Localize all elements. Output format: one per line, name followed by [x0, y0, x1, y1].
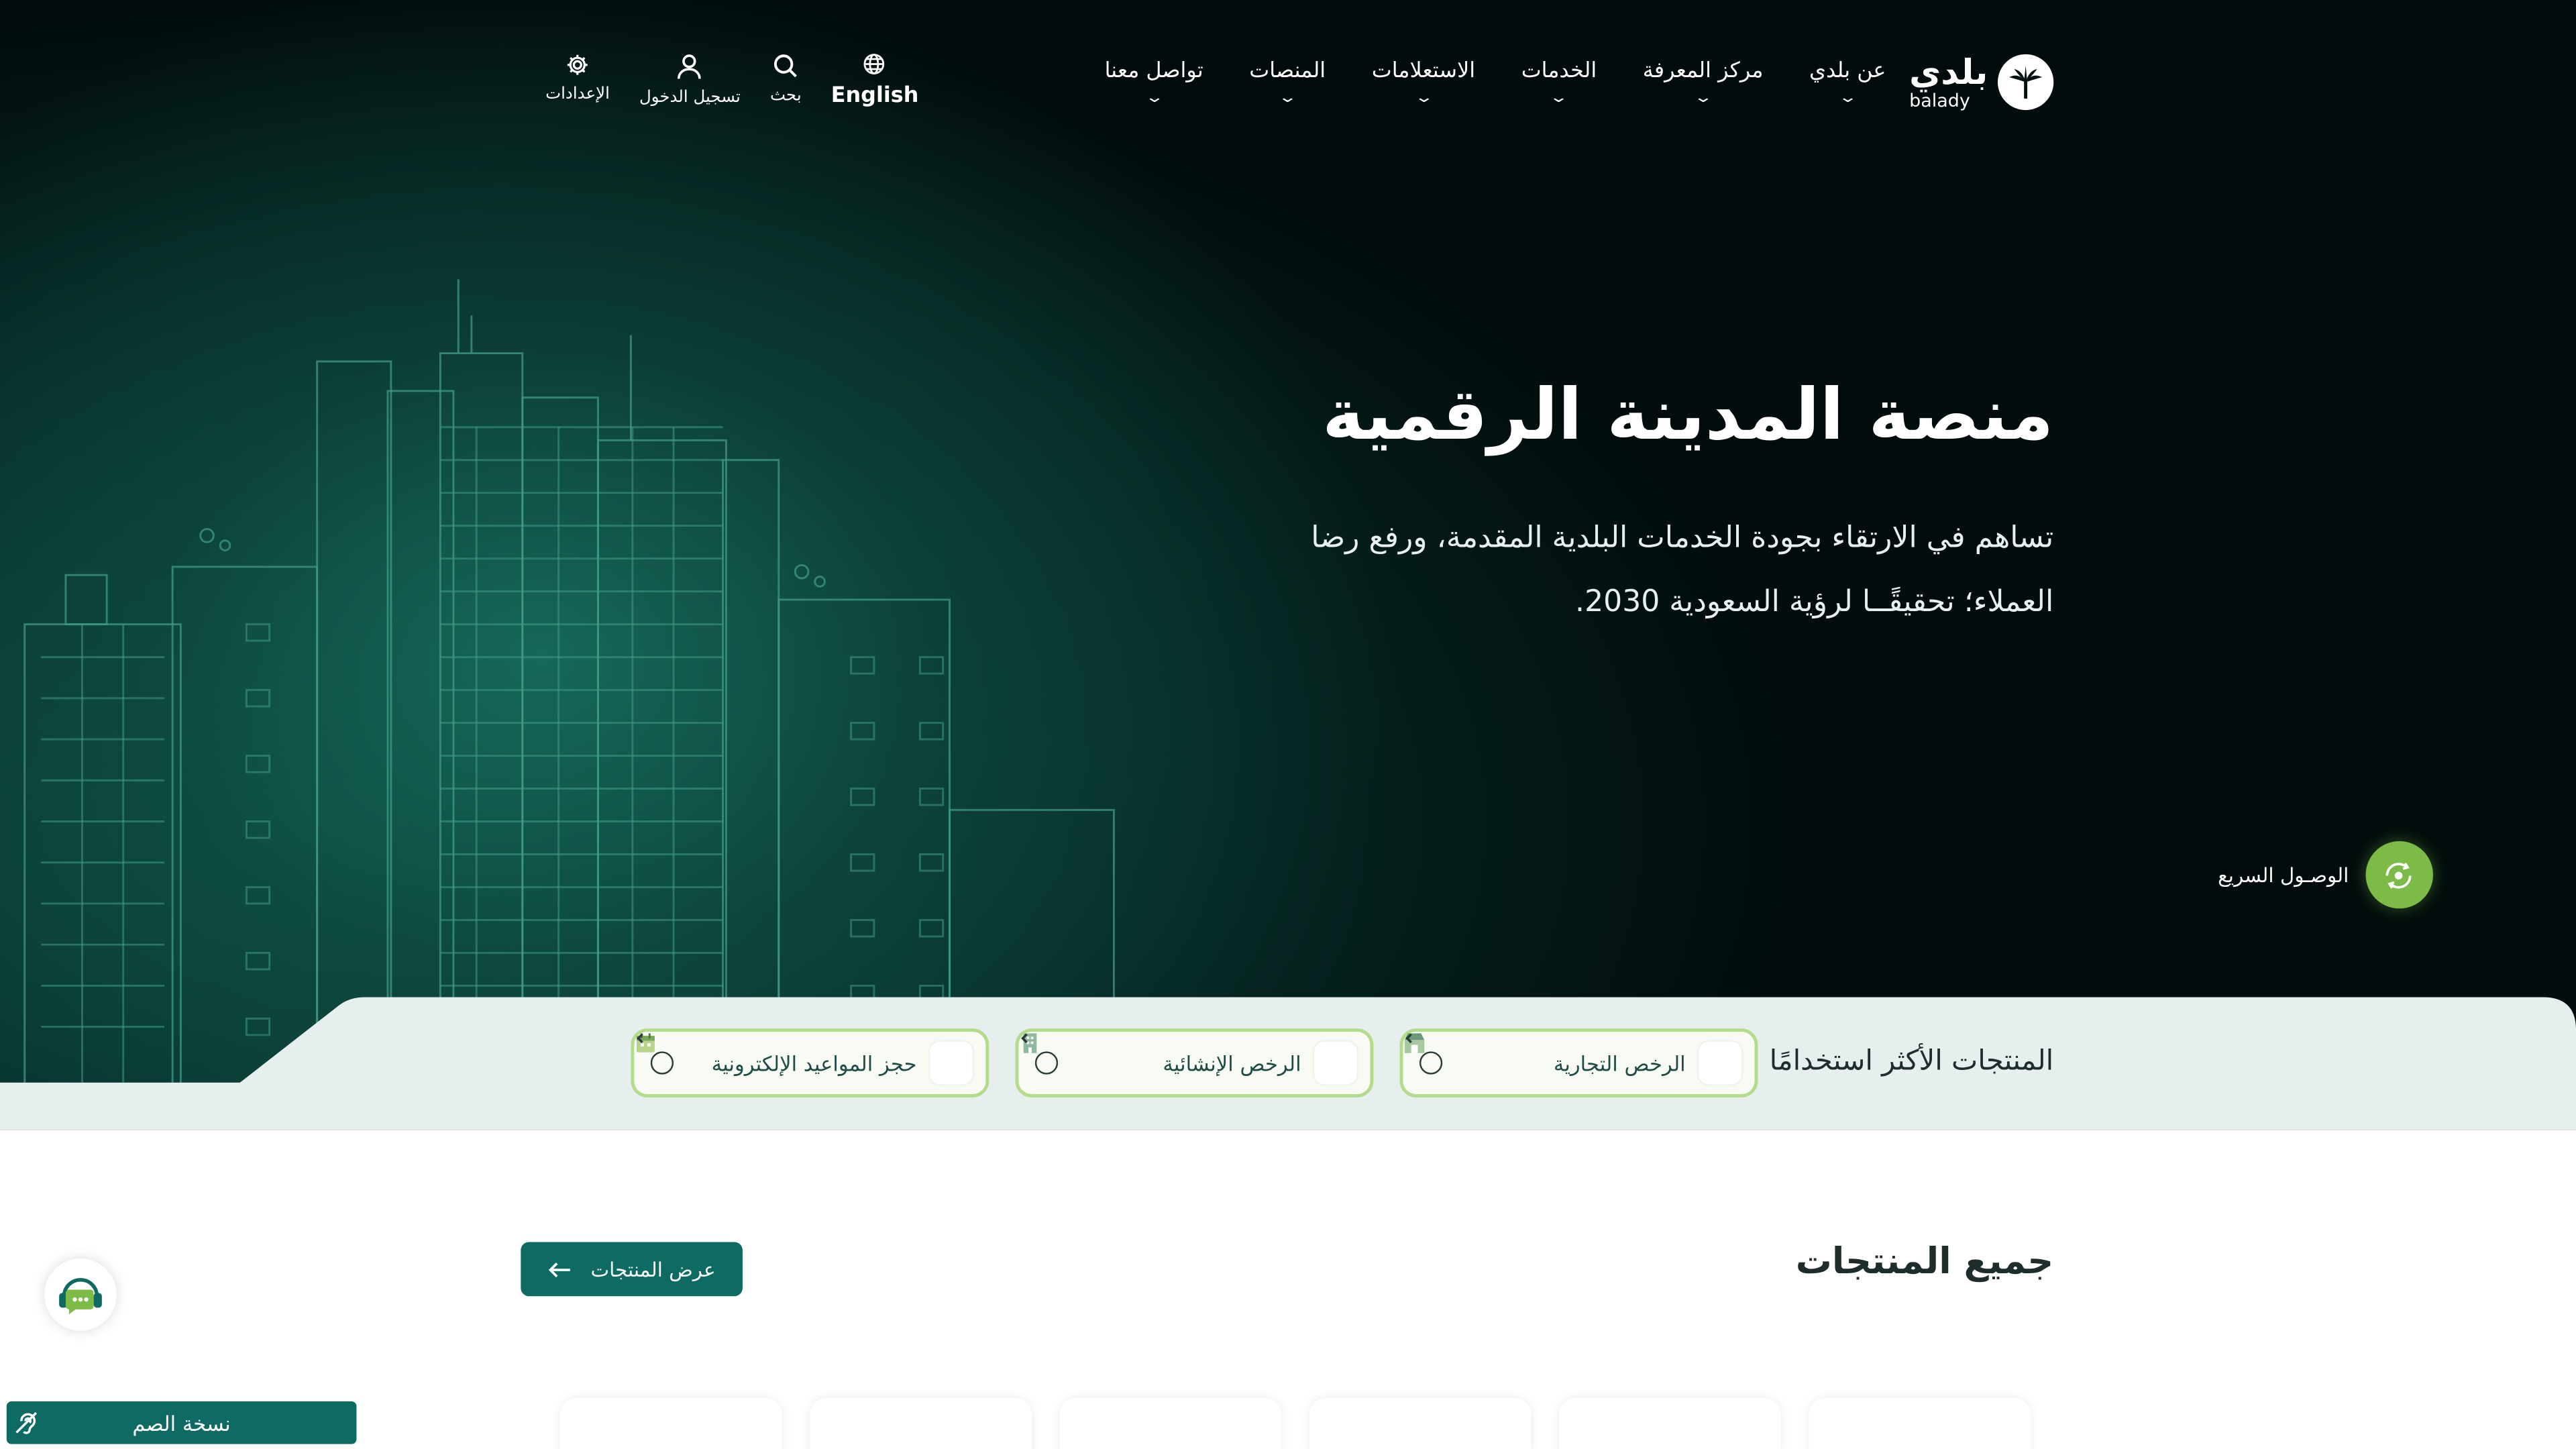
logo-english-text: balady — [1909, 89, 1970, 111]
product-card[interactable] — [560, 1398, 782, 1449]
chevron-down-icon: ⌄ — [1413, 90, 1434, 107]
chevron-down-icon: ⌄ — [1144, 90, 1164, 107]
product-card[interactable] — [1309, 1398, 1532, 1449]
pill-label: الرخص التجارية — [1553, 1051, 1686, 1075]
language-label: English — [830, 83, 919, 109]
palm-emblem-icon — [1997, 54, 2054, 111]
store-icon — [1404, 1033, 1741, 1085]
view-products-label: عرض المنتجات — [590, 1257, 716, 1281]
search-icon — [774, 54, 798, 78]
all-products-title: جميع المنتجات — [1795, 1242, 2054, 1283]
user-icon — [678, 54, 702, 79]
product-card[interactable] — [810, 1398, 1032, 1449]
quick-access-button[interactable]: الوصـول السريع — [2218, 841, 2433, 909]
product-pill-construction-licenses[interactable]: الرخص الإنشائية — [1015, 1028, 1374, 1097]
chevron-down-icon: ⌄ — [1277, 90, 1298, 107]
support-chat-icon — [59, 1278, 102, 1315]
calendar-icon — [636, 1033, 973, 1085]
product-pill-commercial-licenses[interactable]: الرخص التجارية — [1399, 1028, 1758, 1097]
quick-access-icon — [2365, 841, 2433, 909]
menu-item-inquiries[interactable]: الاستعلامات ⌄ — [1372, 59, 1475, 107]
login-label: تسجيل الدخول — [639, 89, 741, 107]
product-card[interactable] — [1059, 1398, 1282, 1449]
pill-main: حجز المواعيد الإلكترونية — [636, 1033, 973, 1085]
logo-text: بلدي balady — [1909, 52, 1990, 111]
pill-label: حجز المواعيد الإلكترونية — [711, 1051, 917, 1075]
hearing-impaired-icon — [7, 1409, 46, 1436]
login-button[interactable]: تسجيل الدخول — [639, 52, 741, 107]
language-switch[interactable]: English — [830, 52, 919, 109]
pill-main: الرخص الإنشائية — [1023, 1033, 1357, 1085]
quick-access-label: الوصـول السريع — [2218, 863, 2349, 887]
chatbot-button[interactable] — [44, 1258, 117, 1331]
menu-item-platforms[interactable]: المنصات ⌄ — [1249, 59, 1326, 107]
chevron-left-icon — [1405, 1033, 1443, 1075]
pill-main: الرخص التجارية — [1404, 1033, 1741, 1085]
deaf-version-button[interactable]: نسخة الصم — [6, 1401, 357, 1444]
city-skyline-illustration — [23, 279, 1115, 1085]
globe-icon — [864, 54, 885, 74]
menu-label: عن بلدي — [1809, 59, 1886, 84]
settings-label: الإعدادات — [545, 85, 610, 104]
menu-item-about[interactable]: عن بلدي ⌄ — [1809, 59, 1886, 107]
product-pill-appointments[interactable]: حجز المواعيد الإلكترونية — [631, 1028, 989, 1097]
pill-label: الرخص الإنشائية — [1163, 1051, 1301, 1075]
hero-title: منصة المدينة الرقمية — [1322, 374, 2054, 457]
top-navigation: بلدي balady عن بلدي ⌄ مركز المعرفة ⌄ الخدم… — [0, 0, 2576, 164]
menu-label: الاستعلامات — [1371, 59, 1476, 84]
gear-icon — [568, 54, 588, 75]
menu-label: تواصل معنا — [1104, 59, 1203, 84]
menu-label: المنصات — [1249, 59, 1326, 84]
most-used-title: المنتجات الأكثر استخدامًا — [1769, 1044, 2054, 1078]
search-button[interactable]: بحث — [770, 52, 802, 105]
menu-item-services[interactable]: الخدمات ⌄ — [1521, 59, 1597, 107]
hero-description: تساهم في الارتقاء بجودة الخدمات البلدية … — [1311, 521, 2054, 620]
chevron-down-icon: ⌄ — [1693, 90, 1713, 107]
arrow-left-icon — [547, 1261, 570, 1277]
chevron-left-icon — [637, 1033, 674, 1075]
main-menu: عن بلدي ⌄ مركز المعرفة ⌄ الخدمات ⌄ الاستعلا… — [1105, 59, 1886, 107]
chevron-down-icon: ⌄ — [1549, 90, 1569, 107]
balady-logo[interactable]: بلدي balady — [1909, 52, 2054, 111]
deaf-version-label: نسخة الصم — [132, 1410, 231, 1436]
most-used-products-band: المنتجات الأكثر استخدامًا الرخص التجارية… — [0, 997, 2576, 1130]
menu-item-knowledge-center[interactable]: مركز المعرفة ⌄ — [1643, 59, 1764, 107]
logo-arabic-text: بلدي — [1909, 52, 1990, 91]
chevron-down-icon: ⌄ — [1837, 90, 1858, 107]
menu-label: مركز المعرفة — [1642, 59, 1764, 84]
product-card[interactable] — [1559, 1398, 1781, 1449]
view-products-button[interactable]: عرض المنتجات — [521, 1242, 743, 1297]
chevron-left-icon — [1021, 1033, 1059, 1075]
settings-button[interactable]: الإعدادات — [545, 52, 610, 103]
menu-item-contact[interactable]: تواصل معنا ⌄ — [1105, 59, 1203, 107]
utility-tools: الإعدادات تسجيل الدخول بحث English — [545, 52, 919, 109]
search-label: بحث — [769, 87, 802, 105]
product-card[interactable] — [1809, 1398, 2031, 1449]
building-icon — [1023, 1033, 1357, 1085]
menu-label: الخدمات — [1521, 59, 1597, 84]
